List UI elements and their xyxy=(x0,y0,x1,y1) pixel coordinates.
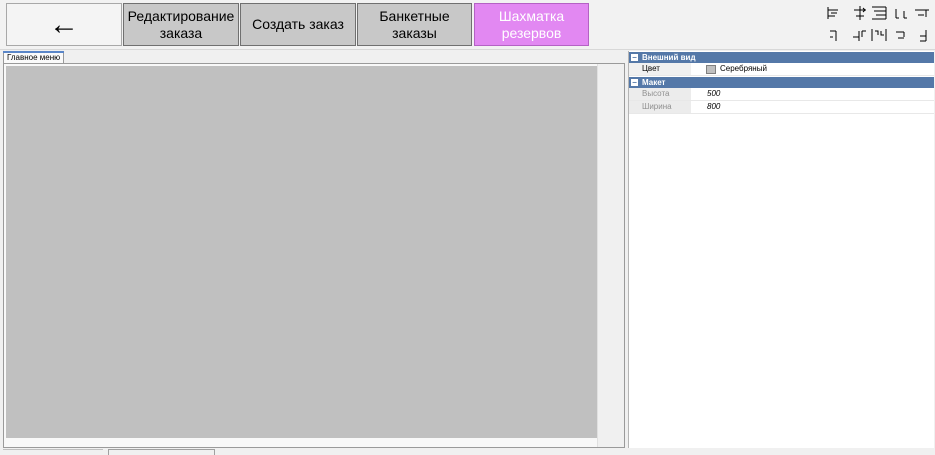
align-bottom-icon[interactable] xyxy=(850,27,870,43)
vertical-scrollbar[interactable] xyxy=(597,64,624,447)
align-right-icon[interactable] xyxy=(870,5,890,21)
property-name: Цвет xyxy=(629,63,691,75)
alignment-toolbar xyxy=(820,3,932,47)
collapse-icon[interactable]: − xyxy=(631,54,638,62)
align-top-icon[interactable] xyxy=(912,5,932,21)
align-left-icon[interactable] xyxy=(826,5,846,21)
edit-order-label: Редактирование заказа xyxy=(127,7,235,41)
category-appearance[interactable]: − Внешний вид xyxy=(629,52,934,63)
tab-main-menu-label: Главное меню xyxy=(7,53,61,62)
reservation-chess-button[interactable]: Шахматка резервов xyxy=(474,3,589,46)
property-value[interactable]: 500 xyxy=(691,88,720,100)
category-layout[interactable]: − Макет xyxy=(629,77,934,88)
distribute-horizontal-icon[interactable] xyxy=(892,5,912,21)
same-width-icon[interactable] xyxy=(892,27,912,43)
design-surface xyxy=(3,63,625,448)
property-name: Высота xyxy=(629,88,691,100)
top-toolbar: ← Редактирование заказа Создать заказ Ба… xyxy=(0,0,935,50)
property-value[interactable]: Серебряный xyxy=(691,63,767,75)
category-appearance-label: Внешний вид xyxy=(642,53,696,62)
status-panel-tab[interactable] xyxy=(108,449,215,455)
align-center-horizontal-icon[interactable] xyxy=(850,5,870,21)
reservation-chess-label: Шахматка резервов xyxy=(498,7,565,41)
collapse-icon[interactable]: − xyxy=(631,79,638,87)
back-button[interactable]: ← xyxy=(6,3,122,46)
form-canvas[interactable] xyxy=(6,66,597,438)
banquet-orders-label: Банкетные заказы xyxy=(379,7,450,41)
property-row-color[interactable]: Цвет Серебряный xyxy=(629,63,934,76)
back-arrow-icon: ← xyxy=(49,8,79,41)
property-row-height[interactable]: Высота 500 xyxy=(629,88,934,101)
create-order-label: Создать заказ xyxy=(252,16,344,32)
status-panel-left xyxy=(3,449,103,455)
create-order-button[interactable]: Создать заказ xyxy=(240,3,356,46)
property-row-width[interactable]: Ширина 800 xyxy=(629,101,934,114)
edit-order-button[interactable]: Редактирование заказа xyxy=(123,3,239,46)
property-name: Ширина xyxy=(629,101,691,113)
align-center-vertical-icon[interactable] xyxy=(826,27,846,43)
property-grid: − Внешний вид Цвет Серебряный − Макет Вы… xyxy=(628,51,934,448)
category-layout-label: Макет xyxy=(642,78,666,87)
property-value[interactable]: 800 xyxy=(691,101,720,113)
color-value-label: Серебряный xyxy=(720,64,767,73)
banquet-orders-button[interactable]: Банкетные заказы xyxy=(357,3,472,46)
color-swatch xyxy=(706,64,716,74)
distribute-vertical-icon[interactable] xyxy=(870,27,890,43)
same-height-icon[interactable] xyxy=(912,27,932,43)
